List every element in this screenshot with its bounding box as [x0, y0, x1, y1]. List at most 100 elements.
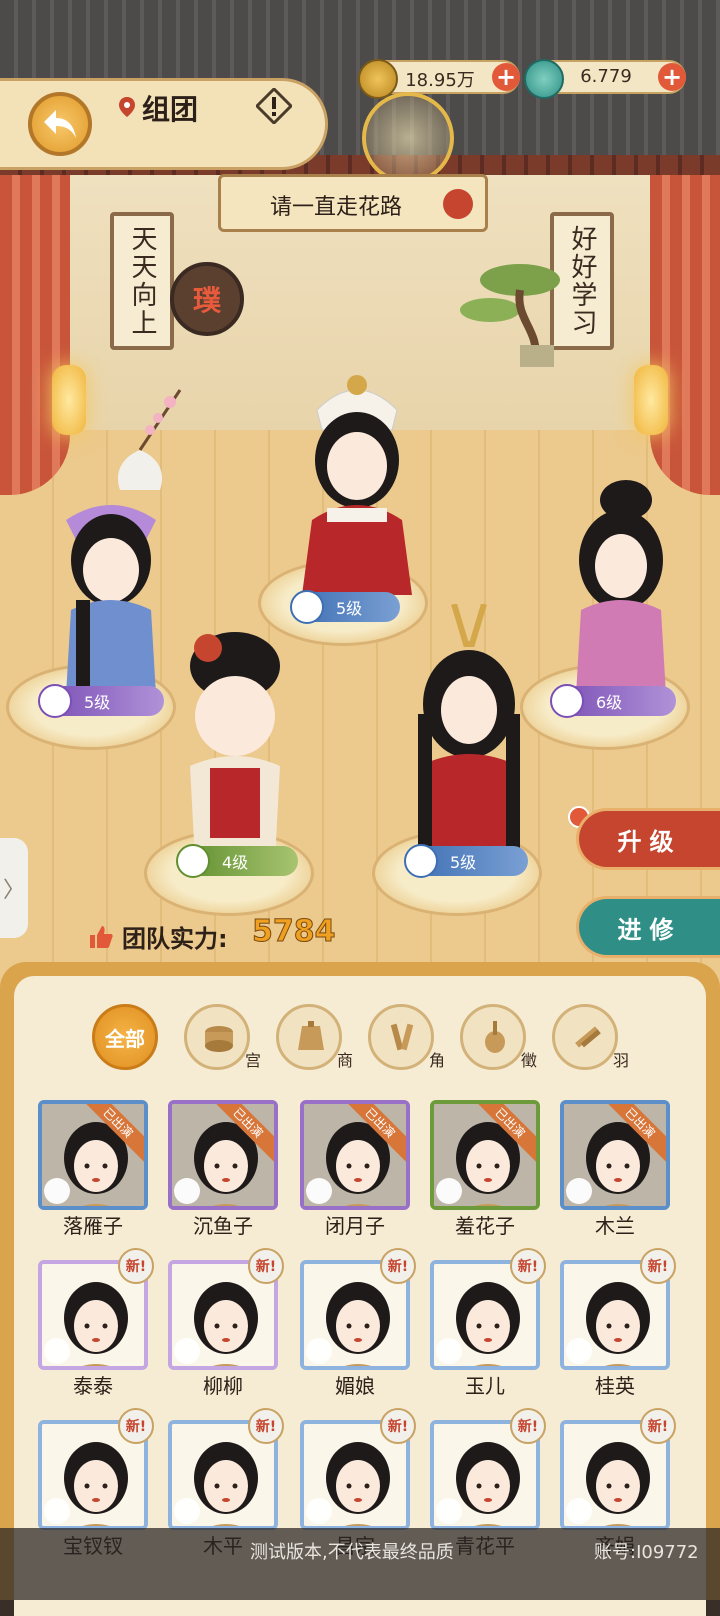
- level-text: 4级: [222, 853, 249, 872]
- coin-value: 18.95万: [405, 70, 475, 91]
- currency-coin: 18.95万 +: [358, 59, 520, 99]
- filter-label: 宫: [244, 1051, 261, 1070]
- currency-jade: 6.779 +: [524, 59, 686, 99]
- character-card[interactable]: 已出演: [300, 1100, 410, 1210]
- character-name: 羞花子: [455, 1214, 515, 1238]
- character-figure[interactable]: [46, 480, 176, 700]
- new-badge: 新!: [118, 1408, 154, 1444]
- thumbs-up-icon: [90, 926, 113, 948]
- character-card[interactable]: 已出演: [430, 1100, 540, 1210]
- filter-gong[interactable]: 宫: [184, 1004, 261, 1070]
- edit-brush-icon[interactable]: [443, 189, 473, 219]
- character-card[interactable]: 已出演: [560, 1100, 670, 1210]
- new-badge: 新!: [248, 1408, 284, 1444]
- character-figure[interactable]: [556, 470, 686, 700]
- drum-icon: [205, 1026, 233, 1052]
- class-icon: [436, 1178, 462, 1204]
- pipa-icon: [485, 1021, 505, 1053]
- class-icon: [306, 1338, 332, 1364]
- lantern-icon: [634, 365, 668, 435]
- upgrade-button[interactable]: 升级: [576, 808, 720, 870]
- fan-ring-button[interactable]: [362, 92, 454, 184]
- character-name: 沉鱼子: [193, 1214, 253, 1238]
- team-power-value: 5784: [252, 914, 336, 950]
- filter-label: 角: [428, 1051, 445, 1070]
- filter-jue[interactable]: 角: [368, 1004, 445, 1070]
- class-icon: [306, 1498, 332, 1524]
- filter-zhi[interactable]: 徵: [460, 1004, 537, 1070]
- filter-yu[interactable]: 羽: [552, 1004, 629, 1070]
- vase-flower-icon: [117, 389, 182, 490]
- filter-label: 全部: [105, 1026, 145, 1051]
- filter-label: 徵: [520, 1051, 537, 1070]
- character-card[interactable]: 已出演: [38, 1100, 148, 1210]
- side-drawer-handle[interactable]: 〉: [0, 838, 28, 938]
- study-button[interactable]: 进修: [576, 896, 720, 958]
- level-badge: 4级: [176, 844, 298, 878]
- bell-icon: [298, 1021, 324, 1050]
- level-badge: 5级: [38, 684, 164, 718]
- filter-label: 羽: [612, 1051, 629, 1070]
- team-name: 请一直走花路: [269, 195, 402, 220]
- team-name-box[interactable]: 请一直走花路: [218, 174, 488, 232]
- bonsai-icon: [460, 264, 560, 367]
- character-name: 媚娘: [335, 1374, 375, 1398]
- class-icon: [174, 1498, 200, 1524]
- character-name: 桂英: [595, 1374, 635, 1398]
- level-text: 5级: [336, 599, 363, 618]
- level-text: 5级: [84, 693, 111, 712]
- class-icon: [44, 1498, 70, 1524]
- new-badge: 新!: [510, 1408, 546, 1444]
- clapper-icon: [550, 684, 584, 718]
- new-badge: 新!: [380, 1408, 416, 1444]
- location-pin-icon: [119, 97, 135, 117]
- back-button[interactable]: [28, 92, 92, 156]
- pipa-icon: [176, 844, 210, 878]
- character-figure[interactable]: [292, 370, 422, 600]
- level-badge: 6级: [550, 684, 676, 718]
- class-icon: [306, 1178, 332, 1204]
- bell-icon: [38, 684, 72, 718]
- flute-icon: [575, 1026, 601, 1048]
- seal-badge[interactable]: 璞: [170, 262, 244, 336]
- new-badge: 新!: [510, 1248, 546, 1284]
- class-icon: [174, 1178, 200, 1204]
- page-title: 组团: [142, 93, 199, 126]
- character-figure[interactable]: [170, 626, 300, 866]
- character-name: 闭月子: [325, 1214, 385, 1238]
- character-card[interactable]: 已出演: [168, 1100, 278, 1210]
- character-figure[interactable]: [404, 604, 534, 864]
- test-version-notice: 测试版本,不代表最终品质: [250, 1542, 454, 1563]
- level-text: 5级: [450, 853, 477, 872]
- flute-icon: [404, 844, 438, 878]
- jade-value: 6.779: [580, 66, 632, 87]
- character-name: 木兰: [595, 1214, 635, 1238]
- level-badge: 5级: [404, 844, 528, 878]
- class-icon: [566, 1338, 592, 1364]
- info-alert-icon[interactable]: [256, 88, 292, 124]
- filter-all[interactable]: 全部: [92, 1004, 158, 1070]
- character-name: 玉儿: [465, 1374, 505, 1398]
- add-coin-button[interactable]: +: [492, 63, 520, 91]
- filter-shang[interactable]: 商: [276, 1004, 353, 1070]
- add-jade-button[interactable]: +: [658, 63, 686, 91]
- clapper-icon: [390, 1023, 414, 1051]
- character-name: 落雁子: [63, 1214, 123, 1238]
- new-badge: 新!: [640, 1408, 676, 1444]
- team-power-label: 团队实力:: [122, 925, 228, 953]
- curtain-right: [650, 175, 720, 495]
- banner-left: 天天向上: [110, 212, 174, 350]
- class-icon: [566, 1178, 592, 1204]
- class-icon: [436, 1498, 462, 1524]
- new-badge: 新!: [248, 1248, 284, 1284]
- new-badge: 新!: [380, 1248, 416, 1284]
- filter-label: 商: [336, 1051, 353, 1070]
- class-icon: [174, 1338, 200, 1364]
- back-arrow-icon: [44, 110, 76, 138]
- coin-icon: [358, 59, 398, 99]
- new-badge: 新!: [118, 1248, 154, 1284]
- character-name: 泰泰: [73, 1374, 113, 1398]
- level-text: 6级: [596, 693, 623, 712]
- class-icon: [436, 1338, 462, 1364]
- new-badge: 新!: [640, 1248, 676, 1284]
